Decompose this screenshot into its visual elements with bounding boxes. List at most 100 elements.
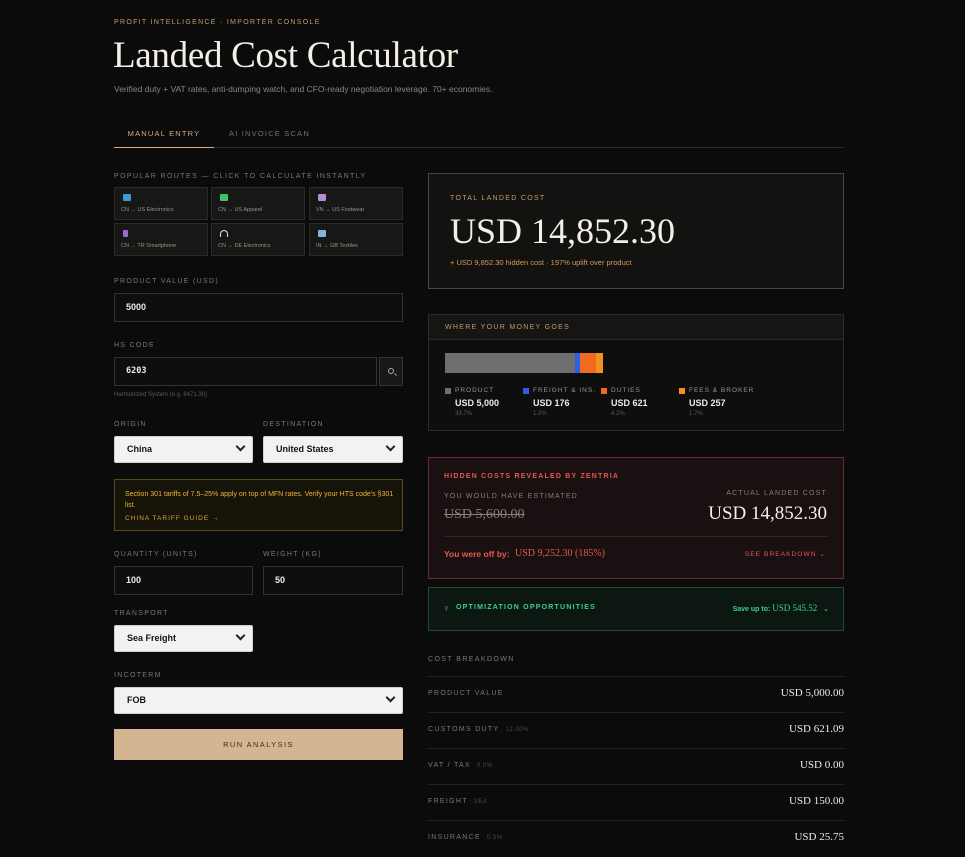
estimated-value: USD 5,600.00 <box>444 507 525 522</box>
route-cn-tr-smartphone[interactable]: CN → TR Smartphone <box>114 223 208 256</box>
legend-name: FEES & BROKER <box>689 387 755 394</box>
breakdown-row: FREIGHT SEA USD 150.00 <box>428 784 844 820</box>
run-analysis-button[interactable]: RUN ANALYSIS <box>114 729 403 760</box>
legend-swatch <box>523 388 529 394</box>
optimization-savings: Save up to: USD 545.52 ⌄ <box>733 603 829 613</box>
row-value: USD 5,000.00 <box>780 687 844 699</box>
chevron-down-icon: ⌄ <box>823 606 829 613</box>
cost-breakdown-title: COST BREAKDOWN <box>428 656 515 663</box>
route-label: CN → US Apparel <box>218 207 263 213</box>
transport-select[interactable]: Sea Freight <box>114 625 253 652</box>
chevron-down-icon <box>235 630 246 641</box>
divider <box>444 536 828 537</box>
breakdown-row: PRODUCT VALUE USD 5,000.00 <box>428 676 844 712</box>
weight-label: WEIGHT (KG) <box>263 551 322 558</box>
bar-segment-product <box>445 353 575 373</box>
transport-label: TRANSPORT <box>114 610 169 617</box>
laptop-icon <box>123 194 131 201</box>
total-subtext: + USD 9,852.30 hidden cost · 197% uplift… <box>450 258 632 267</box>
row-label: INSURANCE <box>428 834 481 841</box>
china-tariff-guide-link[interactable]: CHINA TARIFF GUIDE → <box>125 515 220 522</box>
route-label: CN → TR Smartphone <box>121 243 177 249</box>
money-card-title: WHERE YOUR MONEY GOES <box>445 324 571 331</box>
row-label: VAT / TAX <box>428 762 471 769</box>
row-value: USD 150.00 <box>788 795 844 807</box>
product-value-input[interactable]: 5000 <box>114 293 403 322</box>
shirt-icon <box>220 194 228 201</box>
hs-code-label: HS CODE <box>114 342 155 349</box>
optimization-opportunities-toggle[interactable]: ♀ OPTIMIZATION OPPORTUNITIES Save up to:… <box>428 587 844 631</box>
chevron-down-icon <box>385 441 396 452</box>
legend-name: PRODUCT <box>455 387 495 394</box>
breakdown-row: CUSTOMS DUTY 12.00% USD 621.09 <box>428 712 844 748</box>
row-label: CUSTOMS DUTY <box>428 726 500 733</box>
legend-percent: 1.2% <box>533 411 547 417</box>
route-cn-us-apparel[interactable]: CN → US Apparel <box>211 187 305 220</box>
hidden-costs-card: HIDDEN COSTS REVEALED BY ZENTRIA YOU WOU… <box>428 457 844 579</box>
route-label: CN → US Electronics <box>121 207 174 213</box>
row-value: USD 25.75 <box>794 831 844 843</box>
bar-segment-fees <box>596 353 603 373</box>
page-subtitle: Verified duty + VAT rates, anti-dumping … <box>114 84 493 94</box>
hs-code-input[interactable]: 6203 <box>114 357 377 386</box>
route-label: CN → DE Electronics <box>218 243 271 249</box>
origin-value: China <box>127 444 153 454</box>
legend-name: DUTIES <box>611 387 641 394</box>
chevron-down-icon <box>385 692 396 703</box>
row-sublabel: 0.5% <box>486 835 503 841</box>
popular-routes-label: POPULAR ROUTES — CLICK TO CALCULATE INST… <box>114 173 367 180</box>
cost-share-bar <box>445 353 603 373</box>
legend-percent: 1.7% <box>689 411 703 417</box>
legend-name: FREIGHT & INS. <box>533 387 596 394</box>
legend-percent: 33.7% <box>455 411 473 417</box>
row-sublabel: 12.00% <box>505 727 529 733</box>
page-kicker: PROFIT INTELLIGENCE · IMPORTER CONSOLE <box>114 19 321 26</box>
tab-bar: MANUAL ENTRY AI INVOICE SCAN <box>114 120 844 148</box>
origin-select[interactable]: China <box>114 436 253 463</box>
legend-value: USD 257 <box>689 398 726 408</box>
legend-percent: 4.2% <box>611 411 625 417</box>
headphones-icon <box>220 230 228 237</box>
breakdown-row: VAT / TAX 0.0% USD 0.00 <box>428 748 844 784</box>
hs-search-button[interactable] <box>379 357 403 386</box>
route-in-gb-textiles[interactable]: IN → GB Textiles <box>309 223 403 256</box>
route-cn-de-electronics[interactable]: CN → DE Electronics <box>211 223 305 256</box>
destination-select[interactable]: United States <box>263 436 403 463</box>
savings-value: USD 545.52 <box>772 603 818 613</box>
hs-code-hint: Harmonized System (e.g. 8471.30) <box>114 392 208 398</box>
legend-value: USD 621 <box>611 398 648 408</box>
bulb-icon: ♀ <box>443 603 450 613</box>
money-card-header: WHERE YOUR MONEY GOES <box>429 315 843 340</box>
weight-input[interactable]: 50 <box>263 566 403 595</box>
row-sublabel: SEA <box>473 799 488 805</box>
incoterm-select[interactable]: FOB <box>114 687 403 714</box>
legend-swatch <box>601 388 607 394</box>
bar-segment-duties <box>580 353 596 373</box>
quantity-input[interactable]: 100 <box>114 566 253 595</box>
total-landed-cost-card: TOTAL LANDED COST USD 14,852.30 + USD 9,… <box>428 173 844 289</box>
total-label: TOTAL LANDED COST <box>450 195 546 202</box>
shoe-icon <box>318 194 326 201</box>
transport-value: Sea Freight <box>127 633 177 643</box>
incoterm-value: FOB <box>127 695 146 705</box>
breakdown-row: INSURANCE 0.5% USD 25.75 <box>428 820 844 856</box>
tariff-notice: Section 301 tariffs of 7.5–25% apply on … <box>114 479 403 531</box>
chevron-down-icon <box>235 441 246 452</box>
money-breakdown-card: WHERE YOUR MONEY GOES PRODUCT USD 5,000 … <box>428 314 844 431</box>
route-vn-us-footwear[interactable]: VN → US Footwear <box>309 187 403 220</box>
tab-ai-invoice-scan[interactable]: AI INVOICE SCAN <box>229 129 310 138</box>
estimated-label: YOU WOULD HAVE ESTIMATED <box>444 493 578 500</box>
route-cn-us-electronics[interactable]: CN → US Electronics <box>114 187 208 220</box>
tab-manual-entry[interactable]: MANUAL ENTRY <box>114 129 214 148</box>
see-breakdown-link[interactable]: SEE BREAKDOWN ⌄ <box>745 550 826 558</box>
row-value: USD 0.00 <box>799 759 844 771</box>
tariff-notice-text: Section 301 tariffs of 7.5–25% apply on … <box>125 491 394 509</box>
savings-label: Save up to: <box>732 606 771 613</box>
legend-swatch <box>445 388 451 394</box>
destination-value: United States <box>276 444 334 454</box>
phone-icon <box>123 230 128 237</box>
hidden-costs-title: HIDDEN COSTS REVEALED BY ZENTRIA <box>444 473 620 480</box>
legend-value: USD 176 <box>533 398 570 408</box>
row-label: PRODUCT VALUE <box>428 690 504 697</box>
optimization-title: OPTIMIZATION OPPORTUNITIES <box>456 604 596 611</box>
